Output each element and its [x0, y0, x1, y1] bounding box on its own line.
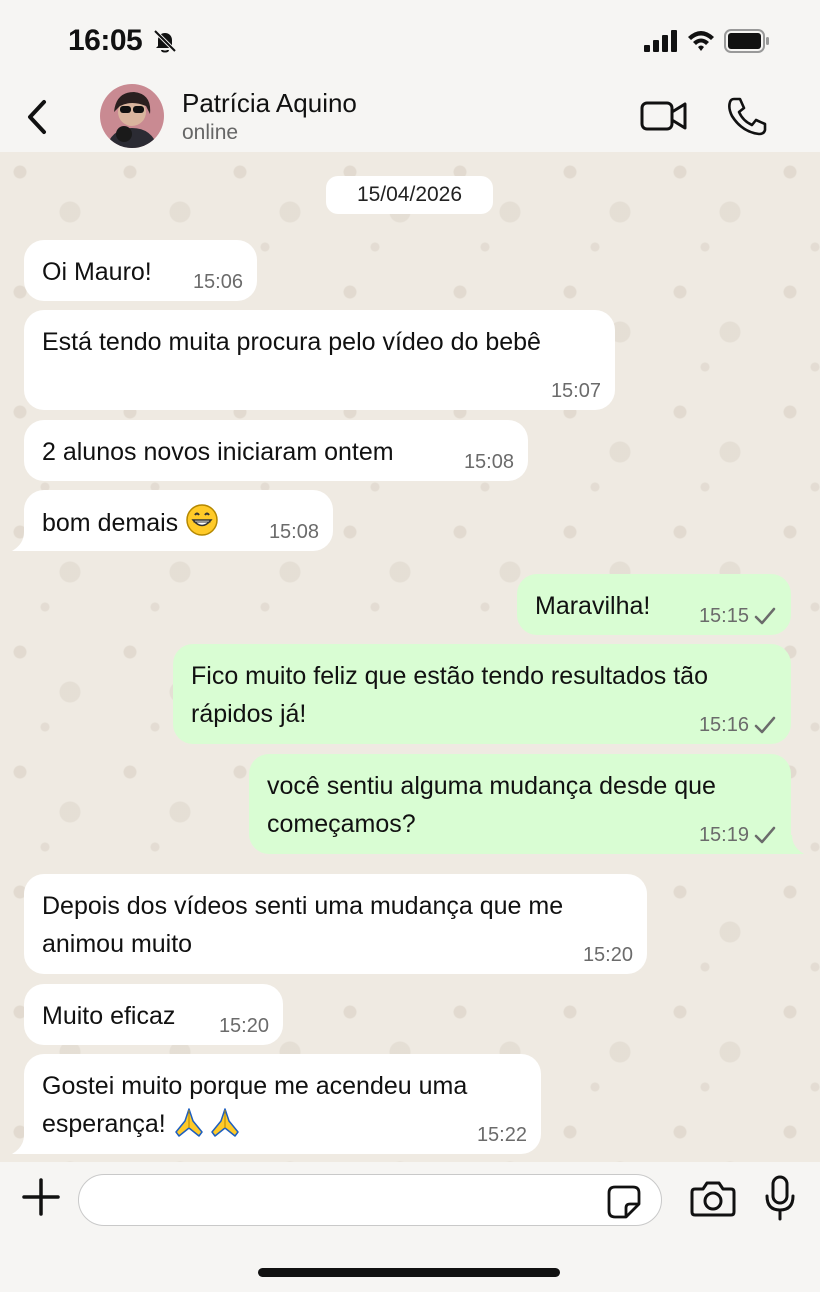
camera-icon[interactable]	[690, 1178, 736, 1218]
message-text: Está tendo muita procura pelo vídeo do b…	[42, 328, 541, 356]
whatsapp-chat-screen: 16:05 Patrícia Aquino online 15/04/2026 …	[0, 0, 820, 1292]
home-indicator[interactable]	[258, 1268, 560, 1277]
message-time: 15:08	[463, 451, 514, 473]
bubble-tail	[12, 1135, 30, 1154]
video-call-icon[interactable]	[640, 98, 688, 134]
message-time: 15:15	[698, 605, 749, 627]
message-text: Maravilha!	[535, 592, 651, 620]
message-input[interactable]	[78, 1174, 662, 1226]
contact-status: online	[182, 121, 239, 144]
folded-hands-emoji	[173, 1106, 241, 1149]
status-bar: 16:05	[0, 0, 820, 82]
message-text: Oi Mauro!	[42, 258, 152, 286]
message-time: 15:16	[698, 714, 749, 736]
bubble-tail	[786, 835, 804, 854]
grinning-face-emoji	[185, 503, 219, 548]
check-icon	[754, 826, 776, 844]
outgoing-message[interactable]: você sentiu alguma mudança desde que com…	[249, 754, 791, 854]
battery-icon	[724, 29, 769, 53]
incoming-message[interactable]: Oi Mauro! 15:06	[24, 240, 257, 301]
message-time: 15:07	[550, 380, 601, 402]
message-time: 15:22	[476, 1124, 527, 1146]
message-time: 15:20	[218, 1015, 269, 1037]
bell-slash-icon	[153, 29, 177, 53]
contact-name[interactable]: Patrícia Aquino	[182, 88, 357, 119]
phone-icon[interactable]	[726, 96, 768, 136]
message-text-line: Fico muito feliz que estão tendo resulta…	[191, 662, 708, 690]
status-time: 16:05	[68, 24, 143, 57]
message-text: 2 alunos novos iniciaram ontem	[42, 438, 394, 466]
input-bar	[0, 1162, 820, 1292]
avatar-image	[100, 84, 164, 148]
message-text-line: rápidos já!	[191, 700, 307, 728]
check-icon	[754, 716, 776, 734]
date-separator: 15/04/2026	[326, 176, 493, 214]
message-text-line: você sentiu alguma mudança desde que	[267, 772, 716, 800]
incoming-message[interactable]: 2 alunos novos iniciaram ontem 15:08	[24, 420, 528, 481]
microphone-icon[interactable]	[764, 1174, 796, 1222]
message-time: 15:20	[582, 944, 633, 966]
bubble-tail	[12, 532, 30, 551]
message-time: 15:06	[192, 271, 243, 293]
incoming-message[interactable]: Está tendo muita procura pelo vídeo do b…	[24, 310, 615, 410]
outgoing-message[interactable]: Fico muito feliz que estão tendo resulta…	[173, 644, 791, 744]
message-time: 15:08	[268, 521, 319, 543]
sticker-icon[interactable]	[606, 1184, 642, 1220]
incoming-message[interactable]: Muito eficaz 15:20	[24, 984, 283, 1045]
plus-icon[interactable]	[20, 1176, 62, 1218]
signal-icon	[644, 30, 677, 52]
chevron-left-icon[interactable]	[22, 96, 52, 138]
outgoing-message[interactable]: Maravilha! 15:15	[517, 574, 791, 635]
message-text: bom demais	[42, 509, 179, 537]
incoming-message[interactable]: Depois dos vídeos senti uma mudança que …	[24, 874, 647, 974]
incoming-message[interactable]: bom demais 15:08	[24, 490, 333, 551]
message-text-line: esperança!	[42, 1110, 166, 1138]
avatar[interactable]	[100, 84, 164, 148]
message-text-line: Gostei muito porque me acendeu uma	[42, 1072, 468, 1100]
message-text: Muito eficaz	[42, 1002, 176, 1030]
chat-area[interactable]: 15/04/2026 Oi Mauro! 15:06 Está tendo mu…	[0, 152, 820, 1162]
message-time: 15:19	[698, 824, 749, 846]
chat-header: Patrícia Aquino online	[0, 82, 820, 152]
incoming-message[interactable]: Gostei muito porque me acendeu uma esper…	[24, 1054, 541, 1154]
check-icon	[754, 607, 776, 625]
message-text-line: animou muito	[42, 930, 193, 958]
wifi-icon	[688, 31, 714, 51]
message-text-line: Depois dos vídeos senti uma mudança que …	[42, 892, 564, 920]
